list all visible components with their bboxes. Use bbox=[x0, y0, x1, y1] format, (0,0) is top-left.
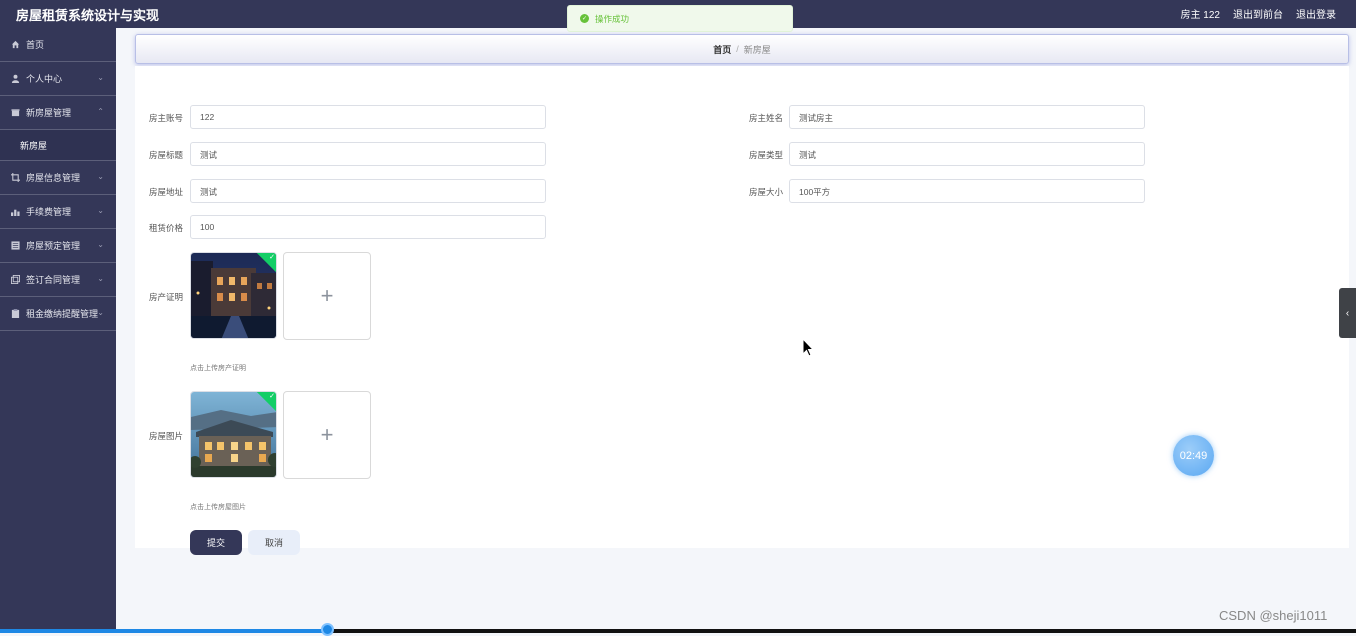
floating-timer[interactable]: 02:49 bbox=[1173, 435, 1214, 476]
certificate-hint: 点击上传房产证明 bbox=[190, 365, 246, 372]
house-photo-image[interactable]: ✓ bbox=[190, 391, 277, 478]
clipboard-icon bbox=[11, 309, 20, 318]
toast-message: 操作成功 bbox=[595, 13, 630, 24]
grid-icon bbox=[11, 241, 20, 250]
user-icon bbox=[11, 74, 20, 83]
sidebar-item-personal-center[interactable]: 个人中心 ⌄ bbox=[0, 62, 116, 96]
chevron-down-icon: ⌄ bbox=[97, 240, 104, 249]
sidebar-item-new-house-management[interactable]: 新房屋管理 ⌃ bbox=[0, 96, 116, 130]
house-type-field[interactable]: 测试 bbox=[789, 142, 1145, 166]
watermark: CSDN @sheji1011 bbox=[1219, 608, 1328, 623]
owner-name-field[interactable]: 测试房主 bbox=[789, 105, 1145, 129]
submit-button[interactable]: 提交 bbox=[190, 530, 242, 555]
house-title-label: 房屋标题 bbox=[149, 150, 184, 160]
chevron-left-icon: ‹ bbox=[1345, 307, 1350, 319]
exit-to-frontend-link[interactable]: 退出到前台 bbox=[1233, 6, 1283, 21]
copy-icon bbox=[11, 275, 20, 284]
logout-link[interactable]: 退出登录 bbox=[1296, 6, 1336, 21]
breadcrumb: 首页 / 新房屋 bbox=[135, 34, 1349, 64]
house-size-label: 房屋大小 bbox=[749, 187, 784, 197]
app-title: 房屋租赁系统设计与实现 bbox=[16, 8, 160, 23]
sidebar-item-label: 首页 bbox=[26, 40, 45, 50]
success-check-icon: ✓ bbox=[580, 14, 589, 23]
sidebar-item-label: 手续费管理 bbox=[26, 207, 72, 217]
house-address-field[interactable]: 测试 bbox=[190, 179, 546, 203]
sidebar-item-label: 房屋预定管理 bbox=[26, 241, 81, 251]
sidebar-item-home[interactable]: 首页 bbox=[0, 28, 116, 62]
certificate-image[interactable]: ✓ bbox=[190, 252, 277, 339]
success-toast: ✓ 操作成功 bbox=[567, 5, 793, 32]
rent-price-label: 租赁价格 bbox=[149, 223, 184, 233]
sidebar-item-label: 租金缴纳提醒管理 bbox=[26, 309, 99, 319]
sidebar-item-house-info-management[interactable]: 房屋信息管理 ⌄ bbox=[0, 161, 116, 195]
chevron-down-icon: ⌄ bbox=[97, 172, 104, 181]
user-label: 房主 122 bbox=[1180, 10, 1220, 21]
breadcrumb-home[interactable]: 首页 bbox=[713, 43, 731, 56]
chevron-down-icon: ⌄ bbox=[97, 274, 104, 283]
sidebar-item-label: 个人中心 bbox=[26, 74, 63, 84]
owner-account-field[interactable]: 122 bbox=[190, 105, 546, 129]
sidebar-item-label: 新房屋管理 bbox=[26, 108, 72, 118]
mouse-cursor-icon bbox=[802, 338, 814, 357]
sidebar: 首页 个人中心 ⌄ 新房屋管理 ⌃ 新房屋 房屋信息管理 ⌄ 手续费管理 ⌄ 房… bbox=[0, 28, 116, 633]
sidebar-subitem-new-house[interactable]: 新房屋 bbox=[0, 130, 116, 161]
owner-account-label: 房主账号 bbox=[149, 113, 184, 123]
header-actions: 房主 122 退出到前台 退出登录 bbox=[1181, 6, 1336, 21]
sidebar-item-booking-management[interactable]: 房屋预定管理 ⌄ bbox=[0, 229, 116, 263]
house-size-field[interactable]: 100平方 bbox=[789, 179, 1145, 203]
certificate-label: 房产证明 bbox=[149, 292, 184, 302]
sidebar-item-rent-reminder-management[interactable]: 租金缴纳提醒管理 ⌄ bbox=[0, 297, 116, 331]
night-building-image bbox=[191, 253, 276, 338]
certificate-upload-button[interactable]: + bbox=[283, 252, 371, 340]
house-form: 房主账号 122 房主姓名 测试房主 房屋标题 测试 房屋类型 测试 房屋地址 … bbox=[135, 66, 1349, 555]
check-icon: ✓ bbox=[269, 254, 275, 261]
main-content: 首页 / 新房屋 房主账号 122 房主姓名 测试房主 房屋标题 测试 房屋类型… bbox=[117, 28, 1356, 633]
house-title-field[interactable]: 测试 bbox=[190, 142, 546, 166]
crop-icon bbox=[11, 173, 20, 182]
home-icon bbox=[11, 40, 20, 49]
breadcrumb-current: 新房屋 bbox=[743, 44, 771, 55]
chart-icon bbox=[11, 207, 20, 216]
owner-name-label: 房主姓名 bbox=[749, 113, 784, 123]
rent-price-field[interactable]: 100 bbox=[190, 215, 546, 239]
sidebar-item-label: 房屋信息管理 bbox=[26, 173, 81, 183]
progress-fill bbox=[0, 629, 328, 633]
chevron-down-icon: ⌄ bbox=[97, 73, 104, 82]
chevron-down-icon: ⌄ bbox=[97, 206, 104, 215]
sidebar-item-label: 签订合同管理 bbox=[26, 275, 81, 285]
chevron-down-icon: ⌄ bbox=[97, 308, 104, 317]
side-panel-toggle[interactable]: ‹ bbox=[1339, 288, 1356, 338]
house-photo-hint: 点击上传房屋图片 bbox=[190, 504, 246, 511]
house-type-label: 房屋类型 bbox=[749, 150, 784, 160]
progress-handle[interactable] bbox=[321, 623, 334, 636]
sidebar-item-contract-management[interactable]: 签订合同管理 ⌄ bbox=[0, 263, 116, 297]
chevron-up-icon: ⌃ bbox=[97, 107, 104, 116]
villa-image bbox=[191, 392, 276, 477]
house-photo-upload-button[interactable]: + bbox=[283, 391, 371, 479]
house-icon bbox=[11, 108, 20, 117]
cancel-button[interactable]: 取消 bbox=[248, 530, 300, 555]
check-icon: ✓ bbox=[269, 393, 275, 400]
sidebar-item-fee-management[interactable]: 手续费管理 ⌄ bbox=[0, 195, 116, 229]
breadcrumb-separator: / bbox=[736, 44, 739, 54]
house-address-label: 房屋地址 bbox=[149, 187, 184, 197]
house-photo-label: 房屋图片 bbox=[149, 431, 184, 441]
